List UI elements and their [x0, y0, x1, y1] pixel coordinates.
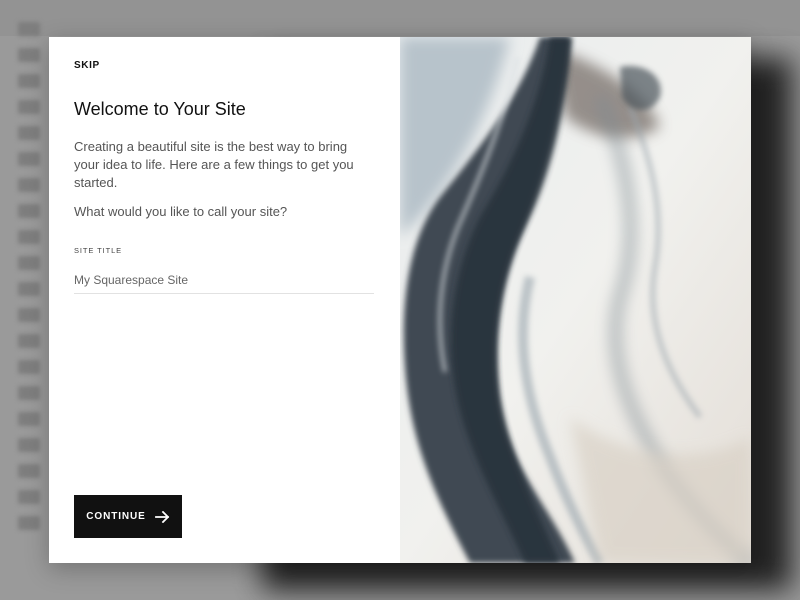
site-name-question: What would you like to call your site?: [74, 204, 288, 219]
site-title-input[interactable]: [74, 266, 374, 294]
marble-artwork: [400, 37, 751, 563]
intro-text: Creating a beautiful site is the best wa…: [74, 139, 354, 190]
modal-content: SKIP Welcome to Your Site Creating a bea…: [49, 37, 400, 563]
modal-title: Welcome to Your Site: [74, 99, 246, 119]
arrow-right-icon: [154, 510, 169, 523]
continue-label: CONTINUE: [86, 511, 146, 522]
marble-image: [400, 37, 751, 563]
background-sidebar: [18, 22, 48, 530]
skip-button[interactable]: SKIP: [74, 60, 100, 71]
background-header: [0, 0, 800, 36]
welcome-modal: SKIP Welcome to Your Site Creating a bea…: [49, 37, 751, 563]
continue-button[interactable]: CONTINUE: [74, 495, 182, 538]
site-title-label: SITE TITLE: [74, 246, 123, 255]
